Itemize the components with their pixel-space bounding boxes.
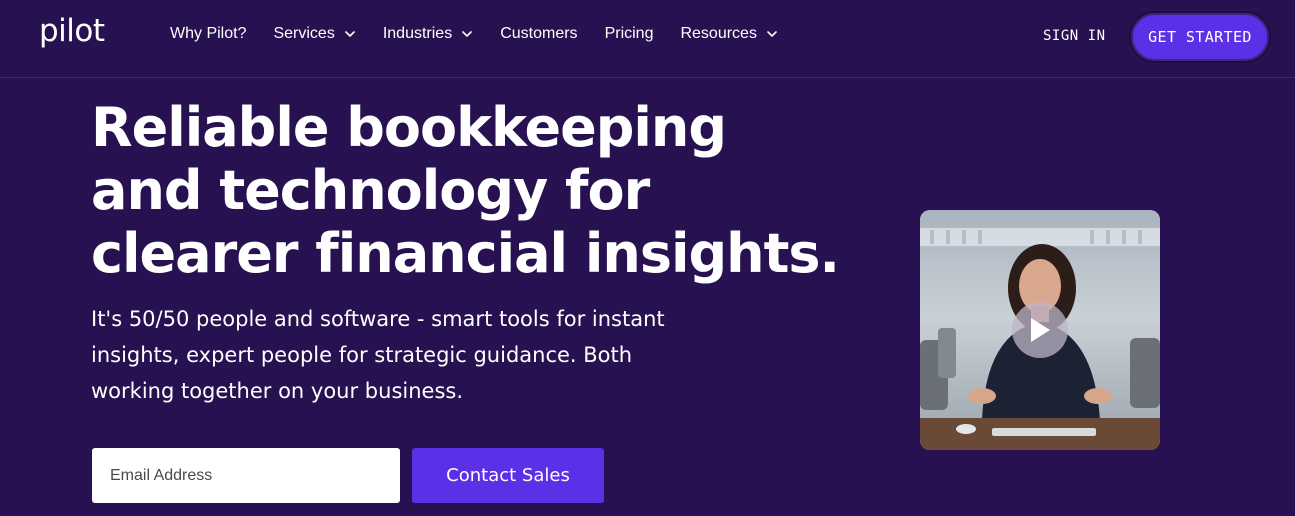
nav-item-label: Services [273,25,335,42]
hero-subtext: It's 50/50 people and software - smart t… [91,301,711,409]
nav-item-industries[interactable]: Industries [383,25,473,43]
chevron-down-icon [344,28,356,40]
nav-item-why-pilot[interactable]: Why Pilot? [170,25,246,43]
chevron-down-icon [766,28,778,40]
subtext-line: It's 50/50 people and software - smart t… [91,307,665,331]
site-header: pilot Why Pilot? Services Industries Cus… [0,0,1295,78]
headline-line: clearer financial insights. [91,222,840,285]
headline-line: Reliable bookkeeping [91,96,727,159]
nav-item-label: Resources [680,25,757,42]
nav-item-label: Industries [382,25,453,42]
nav-item-pricing[interactable]: Pricing [605,25,654,43]
main-nav: Why Pilot? Services Industries Customers… [170,25,805,43]
hero-headline: Reliable bookkeeping and technology for … [91,96,851,285]
subtext-line: working together on your business. [91,379,464,403]
nav-item-label: Customers [500,25,578,42]
get-started-button[interactable]: GET STARTED [1131,13,1269,61]
email-field[interactable] [92,448,400,503]
video-thumbnail[interactable] [920,210,1160,450]
play-icon [1031,318,1050,342]
sign-in-link[interactable]: SIGN IN [1043,28,1106,44]
subtext-line: insights, expert people for strategic gu… [91,343,633,367]
headline-line: and technology for [91,159,650,222]
chevron-down-icon [461,28,473,40]
nav-item-customers[interactable]: Customers [500,25,577,43]
nav-item-services[interactable]: Services [273,25,355,43]
play-button[interactable] [1012,302,1068,358]
nav-item-resources[interactable]: Resources [680,25,777,43]
contact-sales-button[interactable]: Contact Sales [412,448,604,503]
nav-item-label: Why Pilot? [170,25,247,42]
page: pilot Why Pilot? Services Industries Cus… [0,0,1295,516]
nav-item-label: Pricing [604,25,654,42]
pilot-logo[interactable]: pilot [39,16,105,47]
